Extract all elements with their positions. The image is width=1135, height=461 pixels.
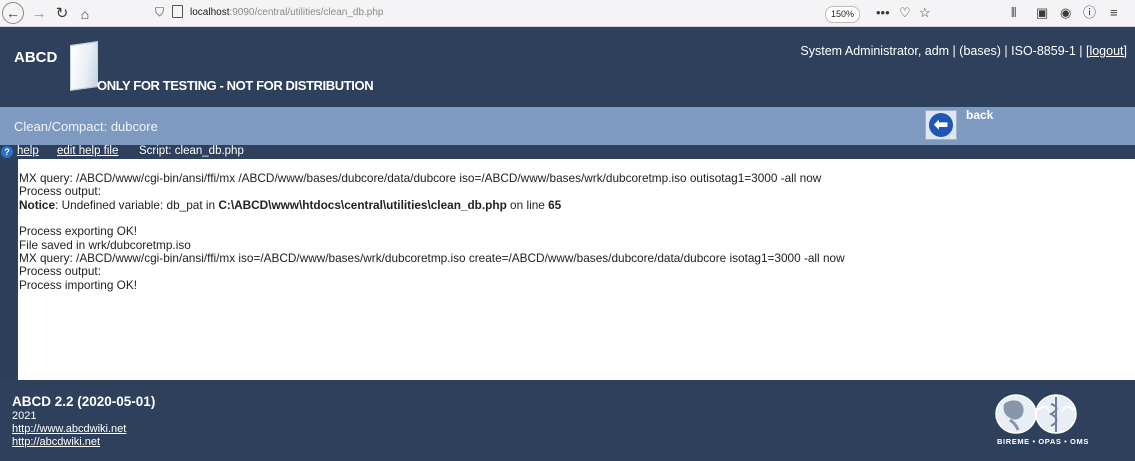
help-icon[interactable]: ? [1,146,13,158]
url-host: localhost [190,7,230,18]
zoom-level[interactable]: 150% [825,6,861,23]
more-actions-icon[interactable]: ••• [876,5,890,21]
footer: ABCD 2.2 (2020-05-01) 2021 http://www.ab… [0,380,1135,461]
notice-line-number: 65 [548,197,562,212]
url-bar[interactable]: localhost:9090/central/utilities/clean_d… [190,7,383,18]
home-icon[interactable]: ⌂ [75,4,95,24]
php-notice: Notice: Undefined variable: db_pat in C:… [19,197,1135,212]
library-icon[interactable]: ⫴ [1011,5,1016,21]
logo-page-icon [70,41,98,91]
script-label: Script: clean_db.php [139,145,244,157]
version-label: ABCD 2.2 (2020-05-01) [12,394,156,409]
logout-link[interactable]: [logout] [1086,44,1127,58]
back-label[interactable]: back [966,108,993,122]
user-info-text: System Administrator, adm | (bases) | IS… [800,44,1083,58]
sidebar-icon[interactable]: ▣ [1036,5,1048,21]
notice-path: C:\ABCD\www\htdocs\central\utilities\cle… [218,197,507,212]
help-link[interactable]: help [17,145,39,157]
user-info: System Administrator, adm | (bases) | IS… [800,44,1127,58]
account-icon[interactable]: ◉ [1060,5,1071,21]
back-arrow-icon[interactable]: ← [2,2,24,24]
extension-icon[interactable]: ⓘ [1083,5,1096,21]
back-button[interactable]: ⬅ [925,110,957,140]
page-icon [172,5,183,18]
edit-help-file-link[interactable]: edit help file [57,145,118,157]
browser-toolbar: ← → ↻ ⌂ ⛉ localhost:9090/central/utiliti… [0,0,1135,27]
help-bar: ? help edit help file Script: clean_db.p… [0,145,1135,159]
abcdwiki-www-link[interactable]: http://www.abcdwiki.net [12,423,126,435]
mx-query-export: MX query: /ABCD/www/cgi-bin/ansi/ffi/mx … [19,171,822,185]
import-status: Process importing OK! [19,277,138,292]
forward-arrow-icon[interactable]: → [29,4,49,24]
pocket-icon[interactable]: ♡ [899,5,911,21]
mx-query-import: MX query: /ABCD/www/cgi-bin/ansi/ffi/mx … [19,251,845,266]
export-status: Process exporting OK! [19,224,138,239]
abcdwiki-link[interactable]: http://abcdwiki.net [12,436,100,448]
app-header: ABCD ONLY FOR TESTING - NOT FOR DISTRIBU… [0,27,1135,107]
notice-on-line: on line [506,197,549,212]
footer-year: 2021 [12,410,37,422]
process-output-panel: MX query: /ABCD/www/cgi-bin/ansi/ffi/mx … [16,159,1135,380]
reload-icon[interactable]: ↻ [52,4,72,24]
notice-label: Notice [19,197,56,212]
process-output-label: Process output: [19,264,101,279]
page-title: Clean/Compact: dubcore [14,119,158,134]
menu-icon[interactable]: ≡ [1110,5,1118,21]
notice-message: : Undefined variable: db_pat in [55,197,219,212]
back-circle-icon: ⬅ [929,113,953,137]
testing-banner: ONLY FOR TESTING - NOT FOR DISTRIBUTION [97,78,374,93]
partner-text: BIREME • OPAS • OMS [997,437,1089,446]
section-bar: Clean/Compact: dubcore ⬅ back [0,107,1135,145]
bookmark-star-icon[interactable]: ☆ [919,5,931,21]
abcd-logo: ABCD [14,49,58,66]
shield-icon[interactable]: ⛉ [155,5,164,20]
file-saved-status: File saved in wrk/dubcoretmp.iso [19,237,191,252]
process-output-label: Process output: [19,184,101,199]
url-path: :9090/central/utilities/clean_db.php [229,7,384,18]
